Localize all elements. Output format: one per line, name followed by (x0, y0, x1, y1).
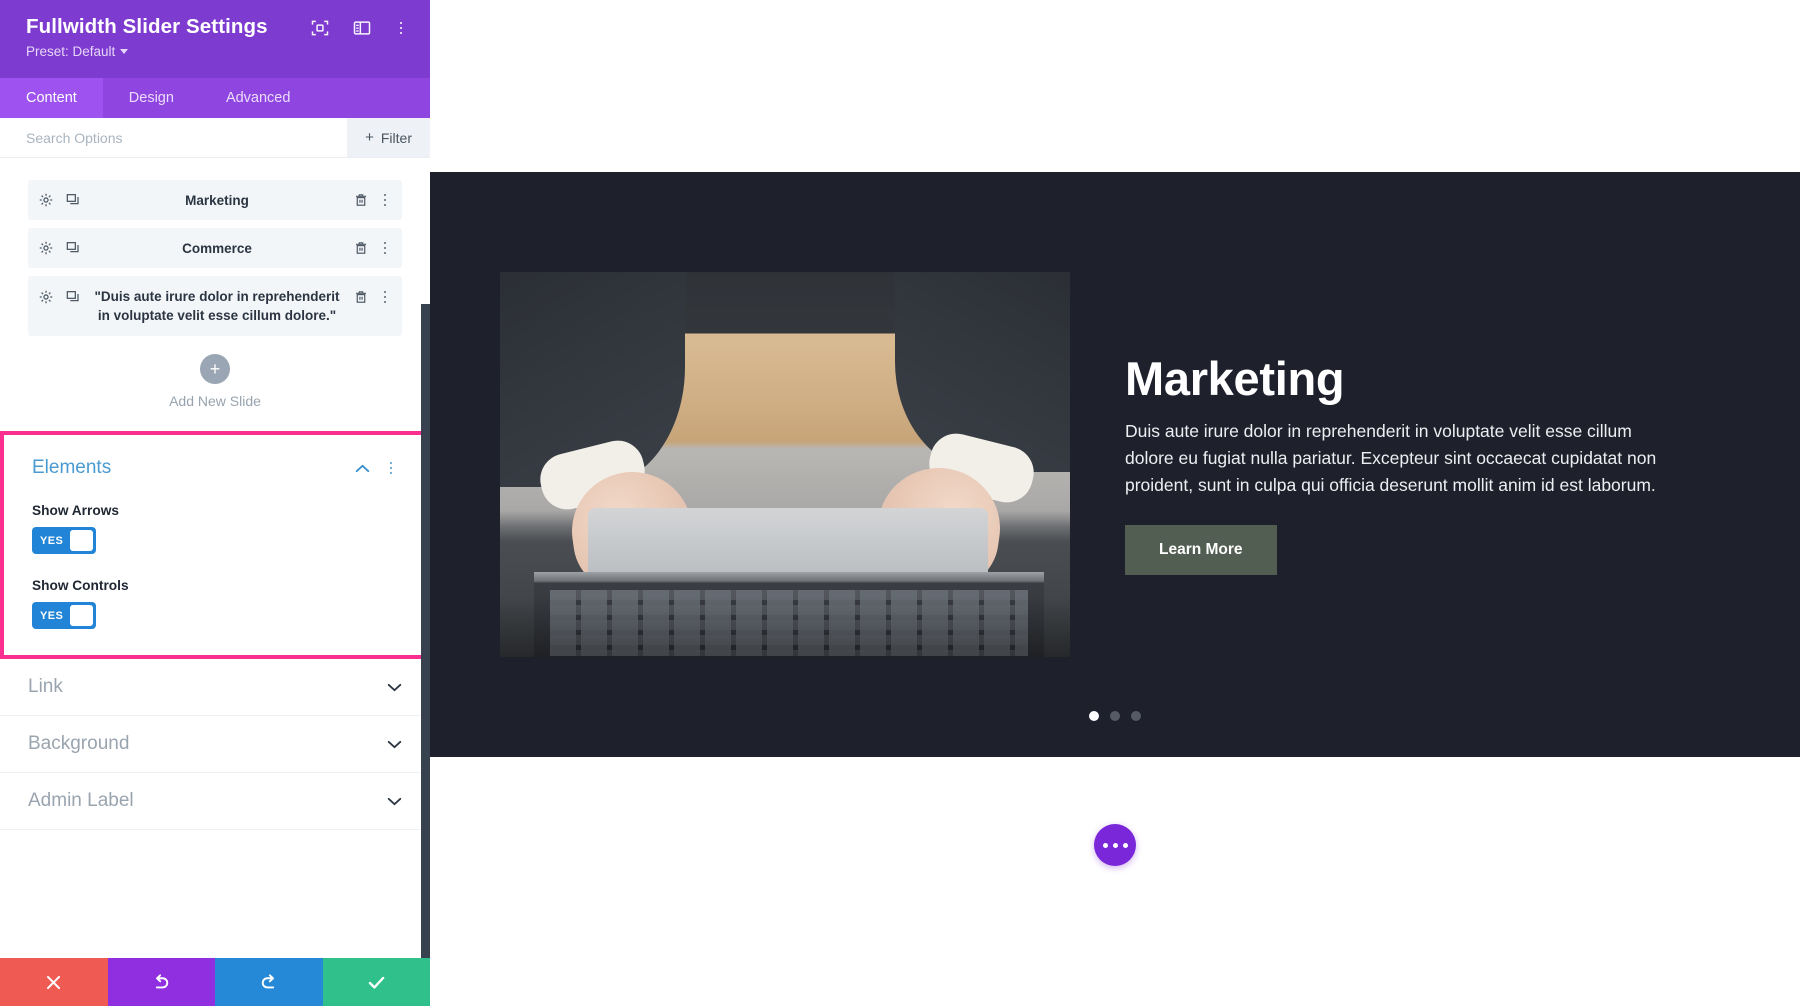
plus-icon: + (365, 129, 374, 146)
field-show-controls: Show Controls YES (32, 578, 398, 629)
scrollbar-thumb[interactable] (421, 304, 430, 904)
show-controls-label: Show Controls (32, 578, 129, 593)
section-link[interactable]: Link (0, 659, 430, 716)
close-icon (47, 975, 61, 989)
slides-list: Marketing Commerce "Duis aute irure dolo… (0, 158, 430, 431)
slide-text-block: Marketing Duis aute irure dolor in repre… (1070, 352, 1710, 575)
redo-button[interactable] (215, 958, 323, 1006)
tab-design[interactable]: Design (103, 78, 200, 118)
chevron-down-icon[interactable] (387, 797, 402, 806)
section-background[interactable]: Background (0, 716, 430, 773)
focus-icon[interactable] (310, 18, 330, 38)
show-controls-toggle[interactable]: YES (32, 602, 96, 629)
chevron-down-icon[interactable] (387, 683, 402, 692)
section-admin-label-label: Admin Label (28, 790, 134, 811)
trash-icon[interactable] (353, 289, 369, 305)
filter-label: Filter (380, 129, 412, 146)
fab-dot (1112, 842, 1118, 848)
page-preview: Marketing Duis aute irure dolor in repre… (430, 0, 1800, 1006)
panel-body: Marketing Commerce "Duis aute irure dolo… (0, 158, 430, 958)
undo-icon (156, 974, 169, 989)
duplicate-icon[interactable] (65, 192, 81, 208)
table-row[interactable]: Marketing (28, 180, 402, 220)
slide-label: Commerce (182, 240, 252, 256)
slide-label: "Duis aute irure dolor in reprehenderit … (94, 289, 340, 323)
panel-scrollbar[interactable] (421, 304, 430, 958)
search-input[interactable] (0, 118, 348, 157)
slide-description: Duis aute irure dolor in reprehenderit i… (1125, 420, 1657, 495)
plus-icon[interactable]: + (200, 354, 230, 384)
toggle-value: YES (40, 609, 64, 622)
pagination-dot-1[interactable] (1089, 711, 1099, 721)
toggle-knob (70, 530, 93, 551)
add-new-slide-label: Add New Slide (169, 393, 261, 409)
module-settings-panel: Fullwidth Slider Settings Preset: Defaul… (0, 0, 430, 1006)
elements-section-header[interactable]: Elements (32, 457, 398, 479)
chevron-down-icon[interactable] (387, 740, 402, 749)
row-more-icon[interactable] (378, 192, 392, 208)
chevron-down-icon (120, 49, 129, 54)
tab-content[interactable]: Content (0, 78, 103, 118)
check-icon (368, 976, 385, 989)
show-arrows-toggle[interactable]: YES (32, 527, 96, 554)
trash-icon[interactable] (353, 192, 369, 208)
learn-more-button[interactable]: Learn More (1125, 524, 1277, 575)
panel-header-actions (310, 14, 408, 38)
tab-advanced[interactable]: Advanced (200, 78, 317, 118)
row-more-icon[interactable] (378, 240, 392, 256)
table-row[interactable]: "Duis aute irure dolor in reprehenderit … (28, 276, 402, 336)
duplicate-icon[interactable] (65, 240, 81, 256)
panel-header: Fullwidth Slider Settings Preset: Defaul… (0, 0, 430, 78)
slide-image (500, 272, 1070, 657)
slide-title: Marketing (1125, 352, 1345, 406)
elements-section-title: Elements (32, 457, 112, 478)
layout-panel-icon[interactable] (352, 18, 372, 38)
section-background-label: Background (28, 733, 130, 754)
row-more-icon[interactable] (378, 289, 392, 305)
fullwidth-slider: Marketing Duis aute irure dolor in repre… (430, 172, 1800, 757)
elements-section: Elements Show Arrows YES Show Controls Y… (4, 435, 426, 655)
fab-dot (1102, 842, 1108, 848)
preset-label: Preset: Default (26, 44, 116, 59)
more-options-fab[interactable] (1094, 824, 1136, 866)
toggle-value: YES (40, 534, 64, 547)
gear-icon[interactable] (38, 289, 54, 305)
pagination-dot-2[interactable] (1110, 711, 1120, 721)
slide-label: Marketing (185, 192, 249, 208)
pagination-dot-3[interactable] (1131, 711, 1141, 721)
cancel-button[interactable] (0, 958, 108, 1006)
section-more-icon[interactable] (384, 460, 398, 476)
fab-dot (1122, 842, 1128, 848)
trash-icon[interactable] (353, 240, 369, 256)
chevron-up-icon[interactable] (355, 464, 370, 473)
table-row[interactable]: Commerce (28, 228, 402, 268)
panel-action-bar (0, 958, 430, 1006)
redo-icon (261, 974, 274, 989)
page-title: Fullwidth Slider Settings (26, 15, 268, 38)
preset-selector[interactable]: Preset: Default (26, 44, 408, 59)
elements-section-highlight: Elements Show Arrows YES Show Controls Y… (0, 431, 430, 659)
save-button[interactable] (322, 958, 430, 1006)
section-link-label: Link (28, 676, 63, 697)
more-vertical-icon[interactable] (394, 18, 408, 38)
undo-button[interactable] (107, 958, 215, 1006)
search-bar: + Filter (0, 118, 430, 158)
add-new-slide[interactable]: + Add New Slide (28, 344, 402, 431)
gear-icon[interactable] (38, 240, 54, 256)
show-arrows-label: Show Arrows (32, 503, 119, 518)
divi-builder-screen: Fullwidth Slider Settings Preset: Defaul… (0, 0, 1800, 1006)
settings-tabs: Content Design Advanced (0, 78, 430, 118)
toggle-knob (70, 605, 93, 626)
slider-pagination (430, 711, 1800, 721)
duplicate-icon[interactable] (65, 289, 81, 305)
filter-button[interactable]: + Filter (347, 118, 430, 157)
gear-icon[interactable] (38, 192, 54, 208)
field-show-arrows: Show Arrows YES (32, 503, 398, 554)
section-admin-label[interactable]: Admin Label (0, 773, 430, 830)
